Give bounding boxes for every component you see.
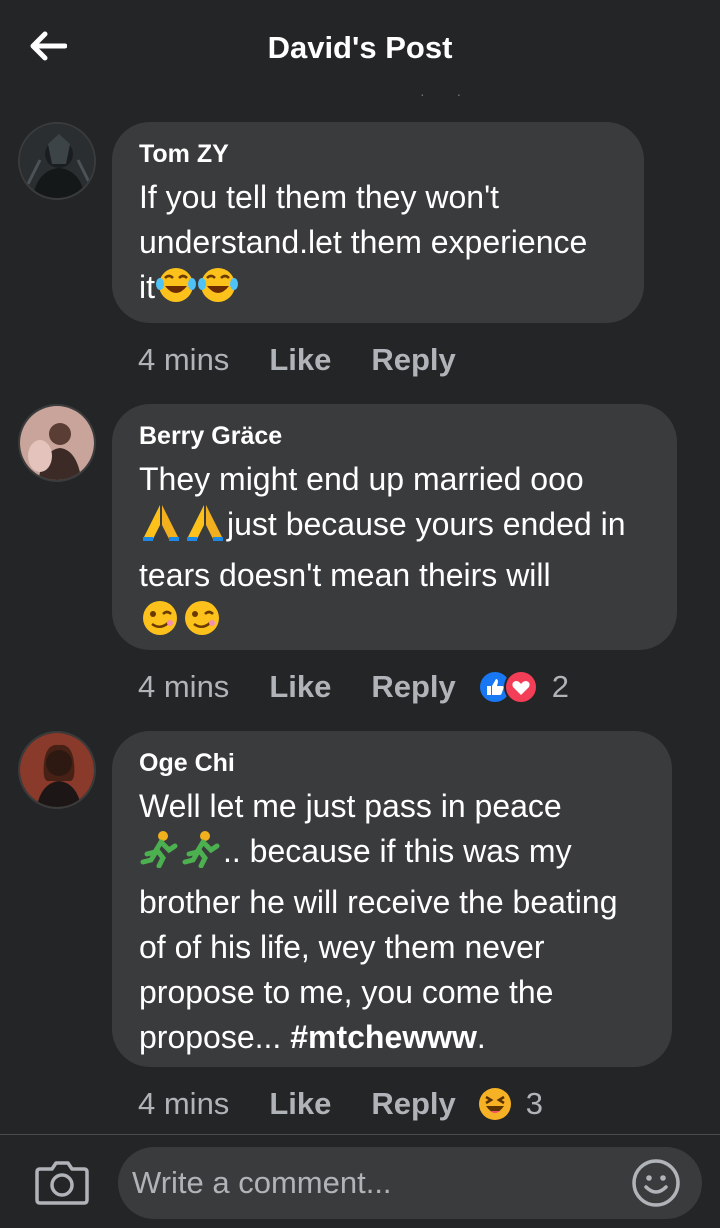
- hashtag-link[interactable]: #mtchewww: [290, 1019, 477, 1055]
- comment-text-line: just because yours ended in: [227, 506, 626, 542]
- smiley-icon: [632, 1159, 680, 1207]
- comment-text-line: They might end up married ooo: [139, 461, 584, 497]
- comment-author[interactable]: Berry Gräce: [139, 422, 651, 451]
- reply-button[interactable]: Reply: [371, 342, 455, 378]
- comment-time: 4 mins: [138, 669, 230, 704]
- emoji-button[interactable]: [630, 1157, 682, 1209]
- reaction-summary[interactable]: 2: [477, 669, 570, 705]
- camera-icon: [35, 1161, 89, 1205]
- winking-face-emoji-icon: [139, 599, 181, 649]
- folded-hands-emoji-icon: [183, 503, 227, 553]
- reaction-count: 2: [551, 669, 570, 704]
- haha-reaction-icon: [478, 1088, 511, 1120]
- avatar[interactable]: [18, 122, 96, 200]
- comment-time: 4 mins: [138, 342, 230, 377]
- comment-author[interactable]: Oge Chi: [139, 749, 646, 778]
- avatar[interactable]: [18, 404, 96, 482]
- comment-input[interactable]: [118, 1147, 702, 1219]
- comment-text-end: .: [476, 1019, 486, 1055]
- comment-bubble[interactable]: Tom ZY If you tell them they won't under…: [112, 122, 644, 323]
- winking-face-emoji-icon: [181, 599, 223, 649]
- comment-text: If you tell them they won't understand.l…: [139, 175, 618, 316]
- avatar[interactable]: [18, 731, 96, 809]
- comment-text-line: Well let me just pass in peace: [139, 788, 562, 824]
- comment-text-line: If you tell them they won't: [139, 179, 500, 215]
- reply-button[interactable]: Reply: [371, 1086, 455, 1122]
- reply-button[interactable]: Reply: [371, 669, 455, 705]
- comment-text-line: brother he will receive the beating: [139, 884, 618, 920]
- comment-time: 4 mins: [138, 1086, 230, 1121]
- comment-text-line: .. because if this was my: [223, 833, 572, 869]
- comment-text-line: it: [139, 269, 155, 305]
- comment-actions: 4 mins Like Reply: [138, 340, 496, 380]
- like-button[interactable]: Like: [269, 669, 331, 705]
- love-reaction-icon: [503, 670, 538, 704]
- comment-bubble[interactable]: Berry Gräce They might end up married oo…: [112, 404, 677, 650]
- comment-text-line: tears doesn't mean theirs will: [139, 557, 551, 593]
- reaction-count: 3: [525, 1086, 544, 1121]
- comment-text: They might end up married ooo just becau…: [139, 457, 651, 649]
- comment-composer: [0, 1134, 720, 1228]
- reaction-summary[interactable]: 3: [478, 1086, 543, 1122]
- running-person-emoji-icon: [181, 830, 223, 880]
- running-person-emoji-icon: [139, 830, 181, 880]
- like-button[interactable]: Like: [269, 1086, 331, 1122]
- comment-bubble[interactable]: Oge Chi Well let me just pass in peace .…: [112, 731, 672, 1067]
- comment-text-line: understand.let them experience: [139, 224, 588, 260]
- comment-author[interactable]: Tom ZY: [139, 140, 618, 169]
- camera-button[interactable]: [34, 1157, 90, 1207]
- comment-text: Well let me just pass in peace .. becaus…: [139, 784, 646, 1060]
- comment-actions: 4 mins Like Reply 3: [138, 1084, 543, 1124]
- comment-text-line: of of his life, wey them never: [139, 929, 545, 965]
- header: David's Post · ·: [0, 0, 720, 102]
- comment-text-line: propose to me, you come the: [139, 974, 554, 1010]
- like-button[interactable]: Like: [269, 342, 331, 378]
- tears-of-joy-emoji-icon: [155, 266, 197, 316]
- comment-text-line: propose...: [139, 1019, 291, 1055]
- comment-actions: 4 mins Like Reply 2: [138, 667, 569, 707]
- header-dots: · ·: [420, 86, 476, 102]
- page-title: David's Post: [267, 30, 453, 65]
- tears-of-joy-emoji-icon: [197, 266, 239, 316]
- folded-hands-emoji-icon: [139, 503, 183, 553]
